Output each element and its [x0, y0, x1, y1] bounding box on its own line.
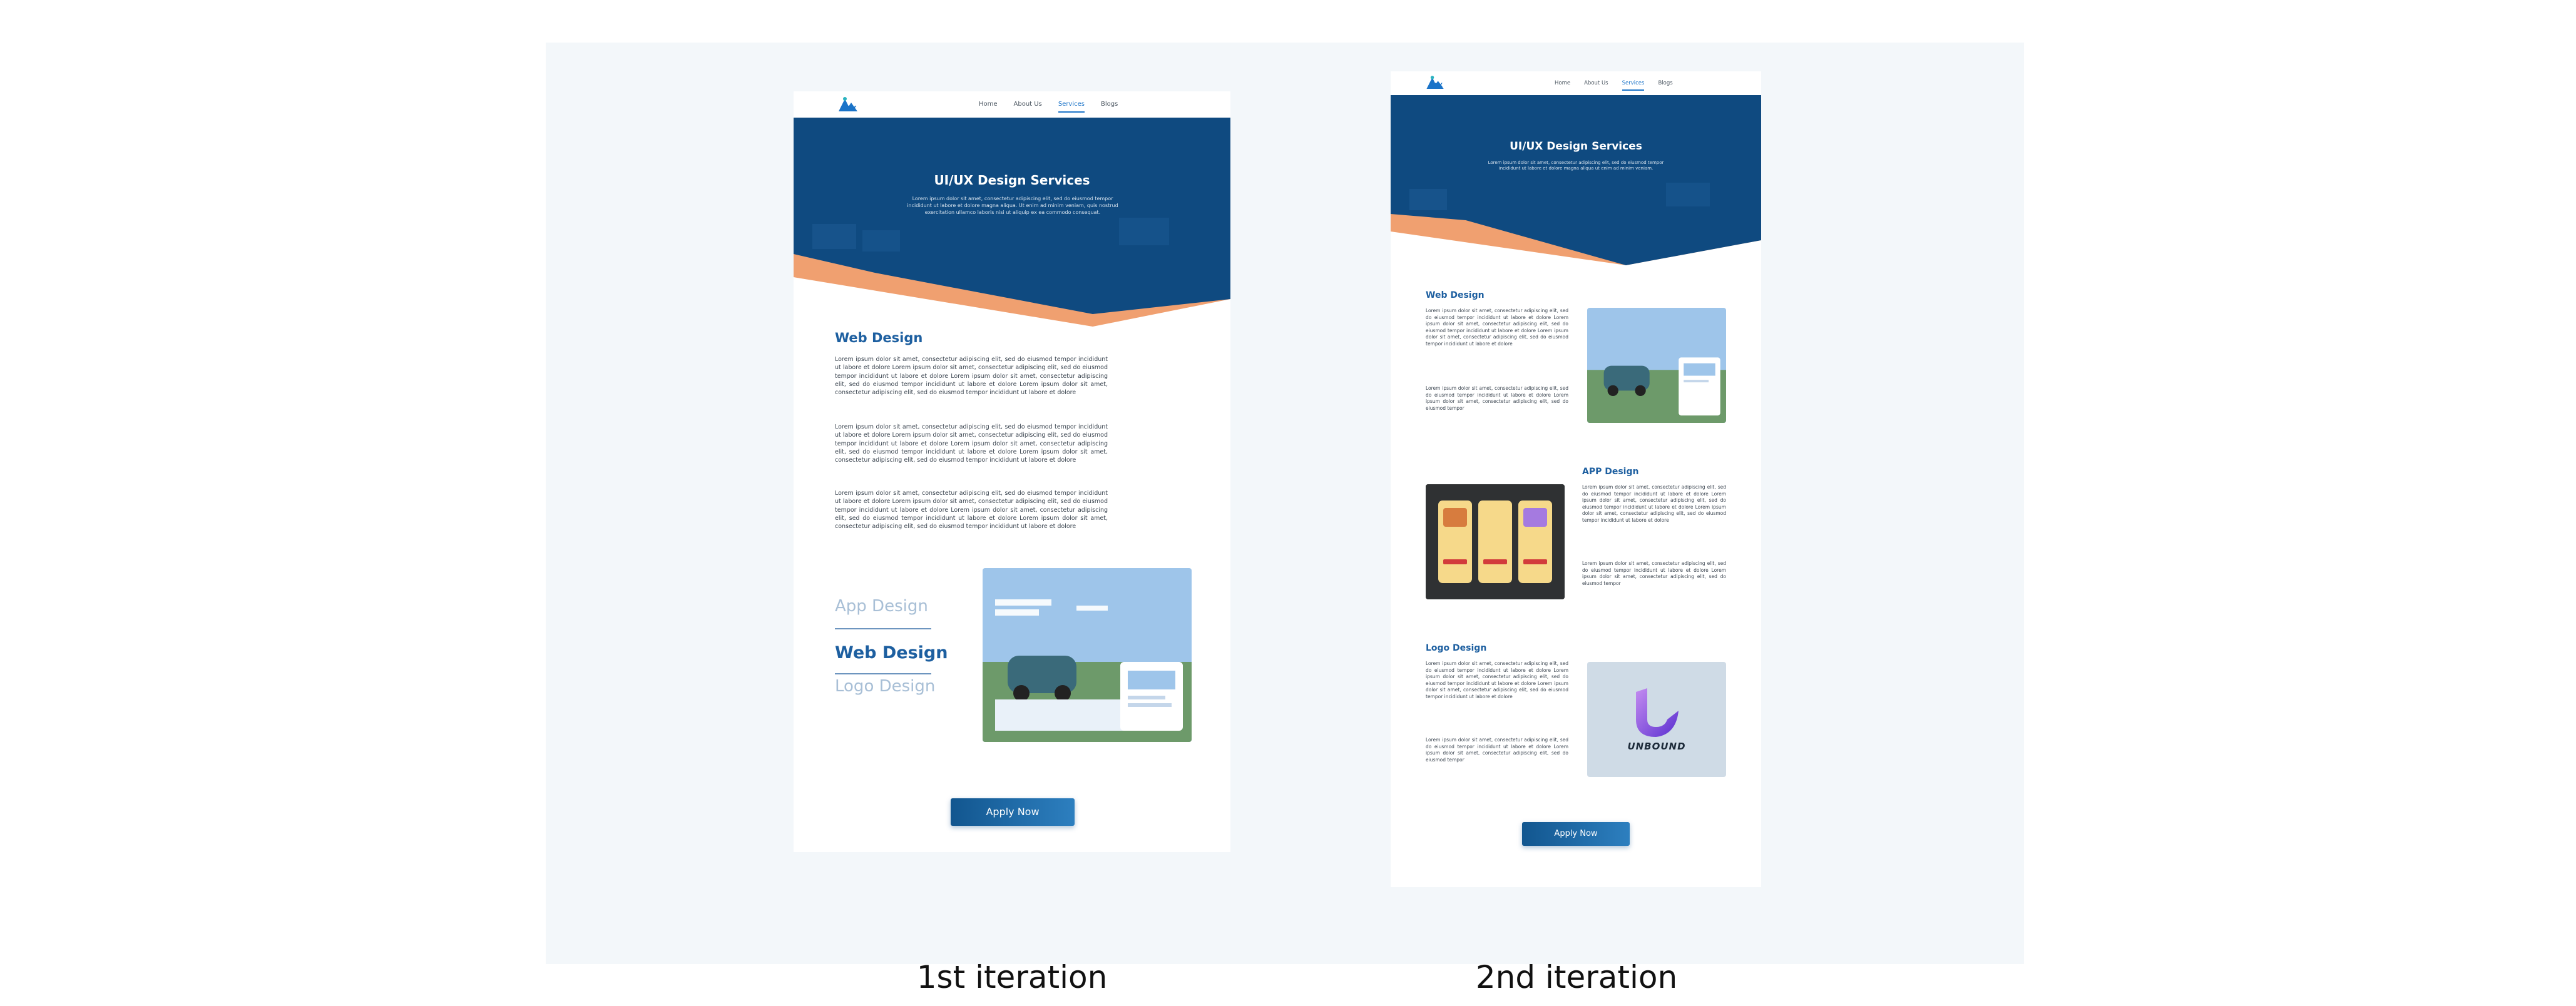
paragraph-3: Lorem ipsum dolor sit amet, consectetur … — [835, 490, 1108, 531]
nav-home[interactable]: Home — [1555, 80, 1570, 91]
service-divider — [835, 628, 931, 629]
nav-services[interactable]: Services — [1622, 80, 1645, 91]
app-mockup-illustration — [1426, 484, 1565, 599]
nav-blogs[interactable]: Blogs — [1658, 80, 1672, 91]
web-design-title: Web Design — [1426, 290, 1485, 300]
paragraph-1: Lorem ipsum dolor sit amet, consectetur … — [835, 356, 1108, 397]
hero-subtitle: Lorem ipsum dolor sit amet, consectetur … — [1488, 160, 1664, 171]
service-divider — [835, 673, 931, 674]
web-mockup-illustration — [1587, 308, 1726, 423]
nav-links: Home About Us Services Blogs — [1555, 80, 1673, 91]
web-design-image — [1587, 308, 1726, 423]
logo[interactable]: EX — [1423, 74, 1448, 91]
navbar: EX Home About Us Services Blogs — [1391, 71, 1761, 95]
first-iteration-caption: 1st iteration — [916, 959, 1108, 995]
service-web-design[interactable]: Web Design — [835, 643, 948, 663]
apply-now-button[interactable]: Apply Now — [1522, 822, 1630, 846]
unbound-logo-icon — [1636, 688, 1679, 737]
second-iteration-caption: 2nd iteration — [1475, 959, 1678, 995]
app-design-title: APP Design — [1582, 467, 1639, 477]
service-app-design[interactable]: App Design — [835, 597, 928, 616]
paragraph-2: Lorem ipsum dolor sit amet, consectetur … — [835, 424, 1108, 464]
logo-text: EX — [1434, 83, 1443, 89]
web-mockup-illustration — [983, 568, 1192, 742]
logo-text: EX — [847, 105, 857, 112]
hero-subtitle: Lorem ipsum dolor sit amet, consectetur … — [907, 196, 1118, 215]
hero-banner: UI/UX Design Services Lorem ipsum dolor … — [1391, 95, 1761, 265]
nav-home[interactable]: Home — [979, 101, 998, 113]
logo-design-image: UNBOUND — [1587, 662, 1726, 777]
web-design-paragraph-2: Lorem ipsum dolor sit amet, consectetur … — [1426, 385, 1568, 411]
app-design-paragraph-2: Lorem ipsum dolor sit amet, consectetur … — [1582, 561, 1726, 586]
nav-blogs[interactable]: Blogs — [1101, 101, 1118, 113]
logo-design-title: Logo Design — [1426, 643, 1487, 653]
app-design-paragraph-1: Lorem ipsum dolor sit amet, consectetur … — [1582, 484, 1726, 523]
logo-brand-text: UNBOUND — [1627, 741, 1686, 752]
nav-about[interactable]: About Us — [1584, 80, 1608, 91]
hero-background — [1391, 95, 1761, 265]
presentation-frame: EX Home About Us Services Blogs UI/UX De… — [546, 43, 2024, 995]
section-title: Web Design — [835, 330, 923, 345]
nav-services[interactable]: Services — [1058, 101, 1085, 113]
hero-banner: UI/UX Design Services Lorem ipsum dolor … — [794, 118, 1230, 327]
navbar: EX Home About Us Services Blogs — [794, 91, 1230, 118]
hero-title: UI/UX Design Services — [1510, 140, 1642, 153]
nav-links: Home About Us Services Blogs — [979, 101, 1118, 113]
app-design-image — [1426, 484, 1565, 599]
service-logo-design[interactable]: Logo Design — [835, 677, 935, 696]
apply-now-button[interactable]: Apply Now — [951, 798, 1075, 826]
first-iteration-mockup: EX Home About Us Services Blogs UI/UX De… — [794, 91, 1230, 852]
logo-design-paragraph-1: Lorem ipsum dolor sit amet, consectetur … — [1426, 661, 1568, 699]
hero-title: UI/UX Design Services — [934, 173, 1090, 188]
second-iteration-mockup: EX Home About Us Services Blogs UI/UX De… — [1391, 71, 1761, 887]
nav-about[interactable]: About Us — [1014, 101, 1042, 113]
logo[interactable]: EX — [835, 95, 862, 114]
web-design-preview-image — [983, 568, 1192, 742]
hero-background — [794, 118, 1230, 327]
logo-design-paragraph-2: Lorem ipsum dolor sit amet, consectetur … — [1426, 737, 1568, 763]
web-design-paragraph-1: Lorem ipsum dolor sit amet, consectetur … — [1426, 308, 1568, 347]
